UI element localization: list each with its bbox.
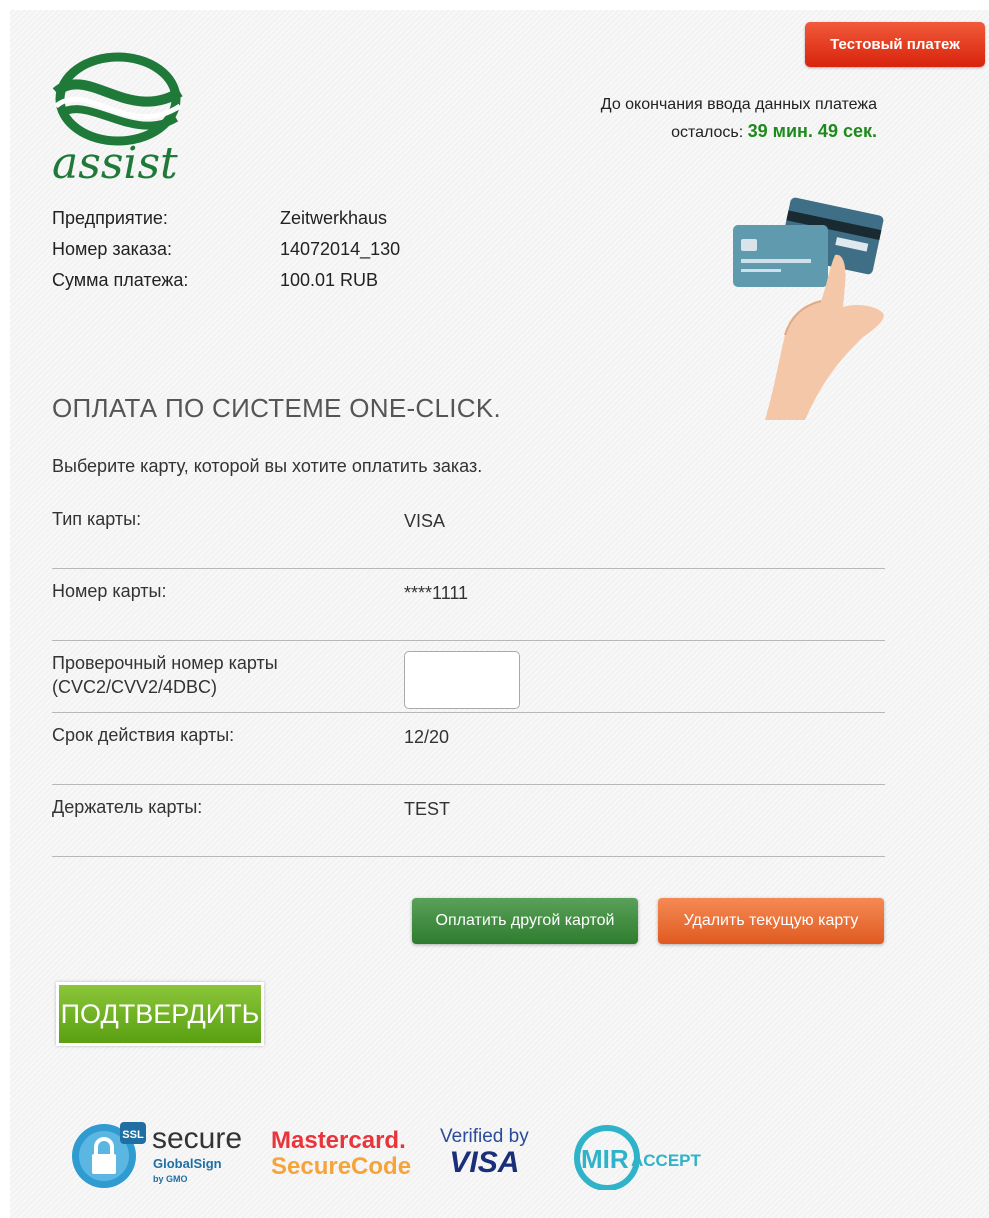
timer-remaining: 39 мин. 49 сек. xyxy=(747,121,877,141)
cvc-input[interactable] xyxy=(404,651,520,709)
card-number-row: Номер карты: ****1111 xyxy=(52,569,885,641)
holder-label: Держатель карты: xyxy=(52,797,203,817)
mir-accept-text: ACCEPT xyxy=(631,1151,702,1170)
order-info: Предприятие: Zeitwerkhaus Номер заказа: … xyxy=(52,203,400,296)
cvc-label-line2: (CVC2/CVV2/4DBC) xyxy=(52,677,218,697)
card-number-value: ****1111 xyxy=(404,583,469,603)
mastercard-line1: Mastercard. xyxy=(271,1127,406,1154)
order-value: 100.01 RUB xyxy=(280,270,379,290)
globalsign-ssl-logo-icon: SSL secure GlobalSign by GMO xyxy=(72,1122,242,1188)
card-type-value: VISA xyxy=(404,511,446,531)
order-value: Zeitwerkhaus xyxy=(280,208,388,228)
section-title: ОПЛАТА ПО СИСТЕМЕ ONE-CLICK. xyxy=(52,393,502,423)
order-label: Сумма платежа: xyxy=(52,270,189,290)
mastercard-securecode-logo: Mastercard. SecureCode xyxy=(271,1128,411,1180)
test-payment-badge: Тестовый платеж xyxy=(805,22,985,67)
order-row-number: Номер заказа: 14072014_130 xyxy=(52,234,400,265)
delete-card-button[interactable]: Удалить текущую карту xyxy=(658,898,884,944)
visa-line2: VISA xyxy=(449,1146,520,1179)
visa-line1: Verified by xyxy=(440,1126,529,1147)
cvc-label-line1: Проверочный номер карты xyxy=(52,653,278,673)
order-row-merchant: Предприятие: Zeitwerkhaus xyxy=(52,203,400,234)
payment-timer: До окончания ввода данных платежа остало… xyxy=(601,92,877,146)
logo-wordmark: assist xyxy=(52,138,178,189)
ssl-gmo-text: by GMO xyxy=(153,1174,188,1184)
security-logos: SSL secure GlobalSign by GMO Mastercard.… xyxy=(68,1118,768,1193)
hand-holding-cards-icon xyxy=(733,197,884,420)
order-value: 14072014_130 xyxy=(280,239,401,259)
cvc-label: Проверочный номер карты (CVC2/CVV2/4DBC) xyxy=(52,651,278,699)
ssl-globalsign-text: GlobalSign xyxy=(153,1156,222,1171)
section-subtitle: Выберите карту, которой вы хотите оплати… xyxy=(52,456,483,476)
expiry-label: Срок действия карты: xyxy=(52,725,235,745)
order-label: Номер заказа: xyxy=(52,239,173,259)
verified-by-visa-logo: Verified by VISA xyxy=(440,1126,529,1178)
mastercard-line2: SecureCode xyxy=(271,1153,412,1180)
holder-row: Держатель карты: TEST xyxy=(52,785,885,857)
expiry-row: Срок действия карты: 12/20 xyxy=(52,713,885,785)
timer-prefix: осталось: xyxy=(671,124,744,141)
order-label: Предприятие: xyxy=(52,208,168,228)
pay-other-card-button[interactable]: Оплатить другой картой xyxy=(412,898,638,944)
card-number-label: Номер карты: xyxy=(52,581,167,601)
timer-caption: До окончания ввода данных платежа xyxy=(600,96,877,113)
order-row-amount: Сумма платежа: 100.01 RUB xyxy=(52,265,400,296)
confirm-button[interactable]: ПОДТВЕРДИТЬ xyxy=(56,982,264,1046)
mir-text: MIR xyxy=(581,1144,629,1174)
holder-value: TEST xyxy=(404,799,451,819)
ssl-badge-text: SSL xyxy=(122,1129,144,1141)
cvc-row: Проверочный номер карты (CVC2/CVV2/4DBC) xyxy=(52,641,885,713)
mir-accept-logo-icon: MIR ACCEPT xyxy=(574,1125,702,1190)
expiry-value: 12/20 xyxy=(404,727,450,747)
card-type-row: Тип карты: VISA xyxy=(52,497,885,569)
card-type-label: Тип карты: xyxy=(52,509,142,529)
ssl-secure-text: secure xyxy=(152,1122,242,1155)
